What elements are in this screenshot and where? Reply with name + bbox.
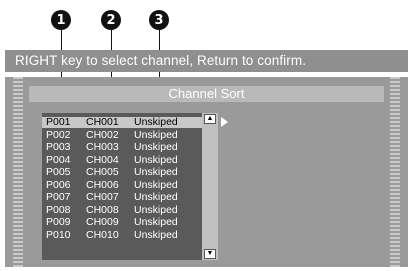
callout-marker-3: 3 — [149, 10, 169, 30]
status-cell: Unskiped — [134, 166, 178, 178]
status-cell: Unskiped — [134, 178, 178, 191]
channel-list[interactable]: P001 CH001 Unskiped P002 CH002 Unskiped P003 CH… — [42, 113, 202, 260]
program-cell: P008 — [46, 203, 71, 216]
callout-marker-1: 1 — [51, 10, 71, 30]
channel-row[interactable]: P009 CH009 Unskiped — [42, 217, 202, 228]
program-cell: P003 — [46, 141, 71, 153]
channel-row[interactable]: P007 CH007 Unskiped — [42, 192, 202, 203]
scrollbar[interactable]: ▲ ▼ — [202, 113, 218, 260]
status-cell: Unskiped — [134, 141, 178, 153]
status-cell: Unskiped — [134, 203, 178, 216]
channel-cell: CH006 — [86, 178, 119, 191]
right-triangle-icon — [221, 117, 228, 127]
channel-cell: CH008 — [86, 203, 119, 216]
callout-marker-2: 2 — [101, 10, 121, 30]
program-cell: P007 — [46, 191, 71, 203]
program-cell: P006 — [46, 178, 71, 191]
program-cell: P001 — [46, 116, 71, 128]
channel-cell: CH010 — [86, 228, 119, 241]
right-stripe-decoration — [390, 77, 400, 267]
program-cell: P005 — [46, 166, 71, 178]
channel-cell: CH002 — [86, 128, 119, 141]
channel-cell: CH005 — [86, 166, 119, 178]
channel-cell: CH003 — [86, 141, 119, 153]
channel-cell: CH004 — [86, 153, 119, 166]
status-cell: Unskiped — [134, 116, 178, 128]
channel-row[interactable]: P002 CH002 Unskiped — [42, 128, 202, 141]
scroll-down-arrow-icon[interactable]: ▼ — [204, 249, 216, 259]
instruction-bar: RIGHT key to select channel, Return to c… — [5, 50, 408, 72]
status-cell: Unskiped — [134, 128, 178, 141]
channel-row[interactable]: P005 CH005 Unskiped — [42, 167, 202, 178]
program-cell: P009 — [46, 216, 71, 228]
channel-row[interactable]: P004 CH004 Unskiped — [42, 153, 202, 166]
program-cell: P002 — [46, 128, 71, 141]
program-cell: P010 — [46, 228, 71, 241]
status-cell: Unskiped — [134, 153, 178, 166]
panel-title: Channel Sort — [29, 86, 384, 102]
channel-row[interactable]: P001 CH001 Unskiped — [42, 117, 202, 128]
channel-row[interactable]: P008 CH008 Unskiped — [42, 203, 202, 216]
channel-row[interactable]: P010 CH010 Unskiped — [42, 228, 202, 241]
channel-row[interactable]: P006 CH006 Unskiped — [42, 178, 202, 191]
scroll-up-arrow-icon[interactable]: ▲ — [204, 114, 216, 124]
status-cell: Unskiped — [134, 228, 178, 241]
channel-row[interactable]: P003 CH003 Unskiped — [42, 142, 202, 153]
channel-sort-panel: Channel Sort P001 CH001 Unskiped P002 CH002 U… — [5, 77, 408, 267]
status-cell: Unskiped — [134, 216, 178, 228]
status-cell: Unskiped — [134, 191, 178, 203]
channel-cell: CH007 — [86, 191, 119, 203]
channel-cell: CH001 — [86, 116, 119, 128]
channel-cell: CH009 — [86, 216, 119, 228]
left-stripe-decoration — [13, 77, 23, 267]
program-cell: P004 — [46, 153, 71, 166]
